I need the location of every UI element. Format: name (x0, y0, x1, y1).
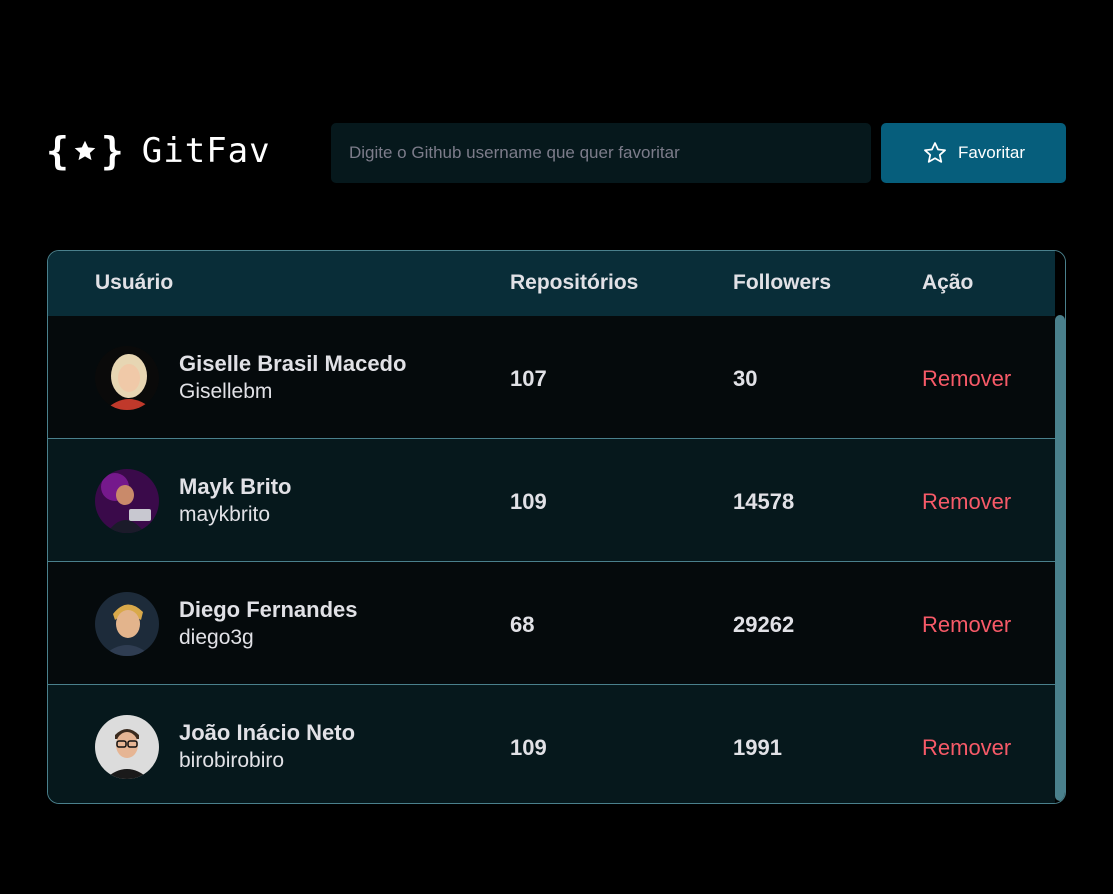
table-row: Mayk Brito maykbrito 109 14578 Remover (48, 439, 1055, 562)
column-header-repositories: Repositórios (510, 271, 639, 294)
followers-count: 29262 (733, 612, 795, 637)
star-braces-icon: { } (46, 129, 124, 173)
user-login: Gisellebm (179, 380, 273, 403)
user-name: Mayk Brito (179, 474, 292, 499)
avatar (95, 715, 159, 779)
remove-button[interactable]: Remover (922, 612, 1011, 638)
favorite-button-label: Favoritar (957, 143, 1026, 162)
repositories-count: 68 (510, 612, 535, 637)
followers-count: 14578 (733, 489, 795, 514)
column-header-action: Ação (922, 271, 974, 294)
user-login: diego3g (179, 626, 254, 649)
scrollbar-thumb[interactable] (1055, 315, 1065, 801)
repositories-count: 109 (510, 489, 547, 514)
table-row: Giselle Brasil Macedo Gisellebm 107 30 R… (48, 316, 1055, 439)
favorite-button[interactable]: Favoritar (881, 123, 1066, 183)
app-logo: { } GitFav (46, 131, 271, 171)
avatar (95, 469, 159, 533)
user-login: birobirobiro (179, 749, 285, 772)
favorites-table: Usuário Repositórios Followers Ação Gise… (47, 250, 1066, 804)
followers-count: 30 (733, 366, 758, 391)
table-row: Diego Fernandes diego3g 68 29262 Remover (48, 562, 1055, 685)
remove-button[interactable]: Remover (922, 366, 1011, 392)
repositories-count: 109 (510, 735, 547, 760)
logo-text: GitFav (141, 131, 271, 171)
table-header: Usuário Repositórios Followers Ação (48, 251, 1055, 316)
remove-button[interactable]: Remover (922, 735, 1011, 761)
avatar (95, 346, 159, 410)
repositories-count: 107 (510, 366, 547, 391)
search-input[interactable] (331, 123, 871, 183)
remove-button[interactable]: Remover (922, 489, 1011, 515)
avatar (95, 592, 159, 656)
table-body: Giselle Brasil Macedo Gisellebm 107 30 R… (48, 316, 1055, 803)
user-login: maykbrito (179, 503, 271, 526)
user-name: Giselle Brasil Macedo (179, 351, 407, 376)
column-header-user: Usuário (95, 271, 174, 294)
user-name: João Inácio Neto (179, 720, 356, 745)
table-row: João Inácio Neto birobirobiro 109 1991 R… (48, 685, 1055, 803)
user-name: Diego Fernandes (179, 597, 358, 622)
column-header-followers: Followers (733, 271, 832, 294)
star-outline-icon (924, 142, 946, 163)
followers-count: 1991 (733, 735, 782, 760)
